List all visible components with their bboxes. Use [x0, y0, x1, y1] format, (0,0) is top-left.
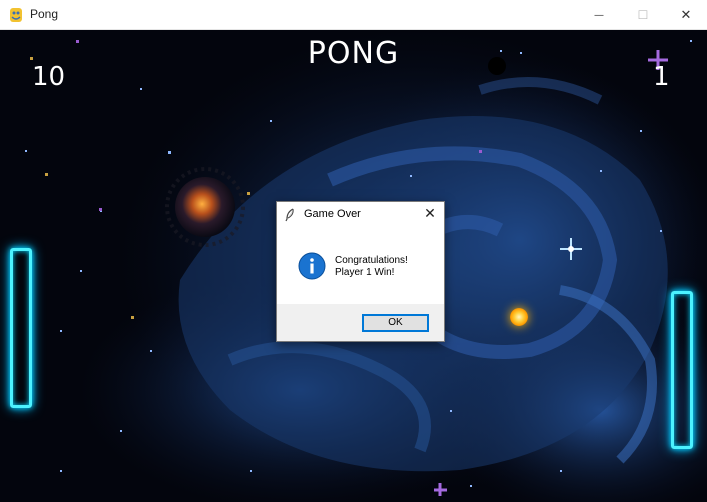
- information-icon: [298, 252, 326, 280]
- right-paddle: [671, 291, 693, 449]
- dialog-title: Game Over: [304, 208, 361, 220]
- window-titlebar[interactable]: Pong — ☐ ✕: [0, 0, 707, 30]
- dialog-close-button[interactable]: ✕: [421, 205, 439, 223]
- right-player-score: 1: [653, 62, 670, 92]
- minimize-button[interactable]: —: [576, 0, 622, 30]
- dialog-titlebar[interactable]: Game Over ✕: [277, 202, 444, 228]
- close-icon: ✕: [680, 7, 692, 23]
- window-title: Pong: [30, 7, 59, 21]
- minimize-icon: —: [594, 9, 604, 21]
- dialog-message: Congratulations! Player 1 Win!: [335, 255, 408, 279]
- left-paddle: [10, 248, 32, 408]
- maximize-button[interactable]: ☐: [620, 0, 666, 30]
- pygame-snake-icon: [10, 8, 22, 22]
- message-line-1: Congratulations!: [335, 255, 408, 266]
- left-player-score: 10: [32, 62, 66, 92]
- game-title: PONG: [307, 36, 400, 71]
- dialog-body: Congratulations! Player 1 Win!: [277, 228, 444, 304]
- feather-icon: [285, 208, 294, 222]
- pong-window: Pong — ☐ ✕ PONG 10 1 Game Over ✕ Congrat…: [0, 0, 707, 502]
- dialog-footer: OK: [277, 304, 444, 341]
- ball: [510, 308, 528, 326]
- message-line-2: Player 1 Win!: [335, 267, 395, 278]
- ok-button[interactable]: OK: [362, 314, 429, 332]
- maximize-icon: ☐: [637, 8, 649, 22]
- close-button[interactable]: ✕: [663, 0, 707, 30]
- game-over-dialog: Game Over ✕ Congratulations! Player 1 Wi…: [276, 201, 445, 342]
